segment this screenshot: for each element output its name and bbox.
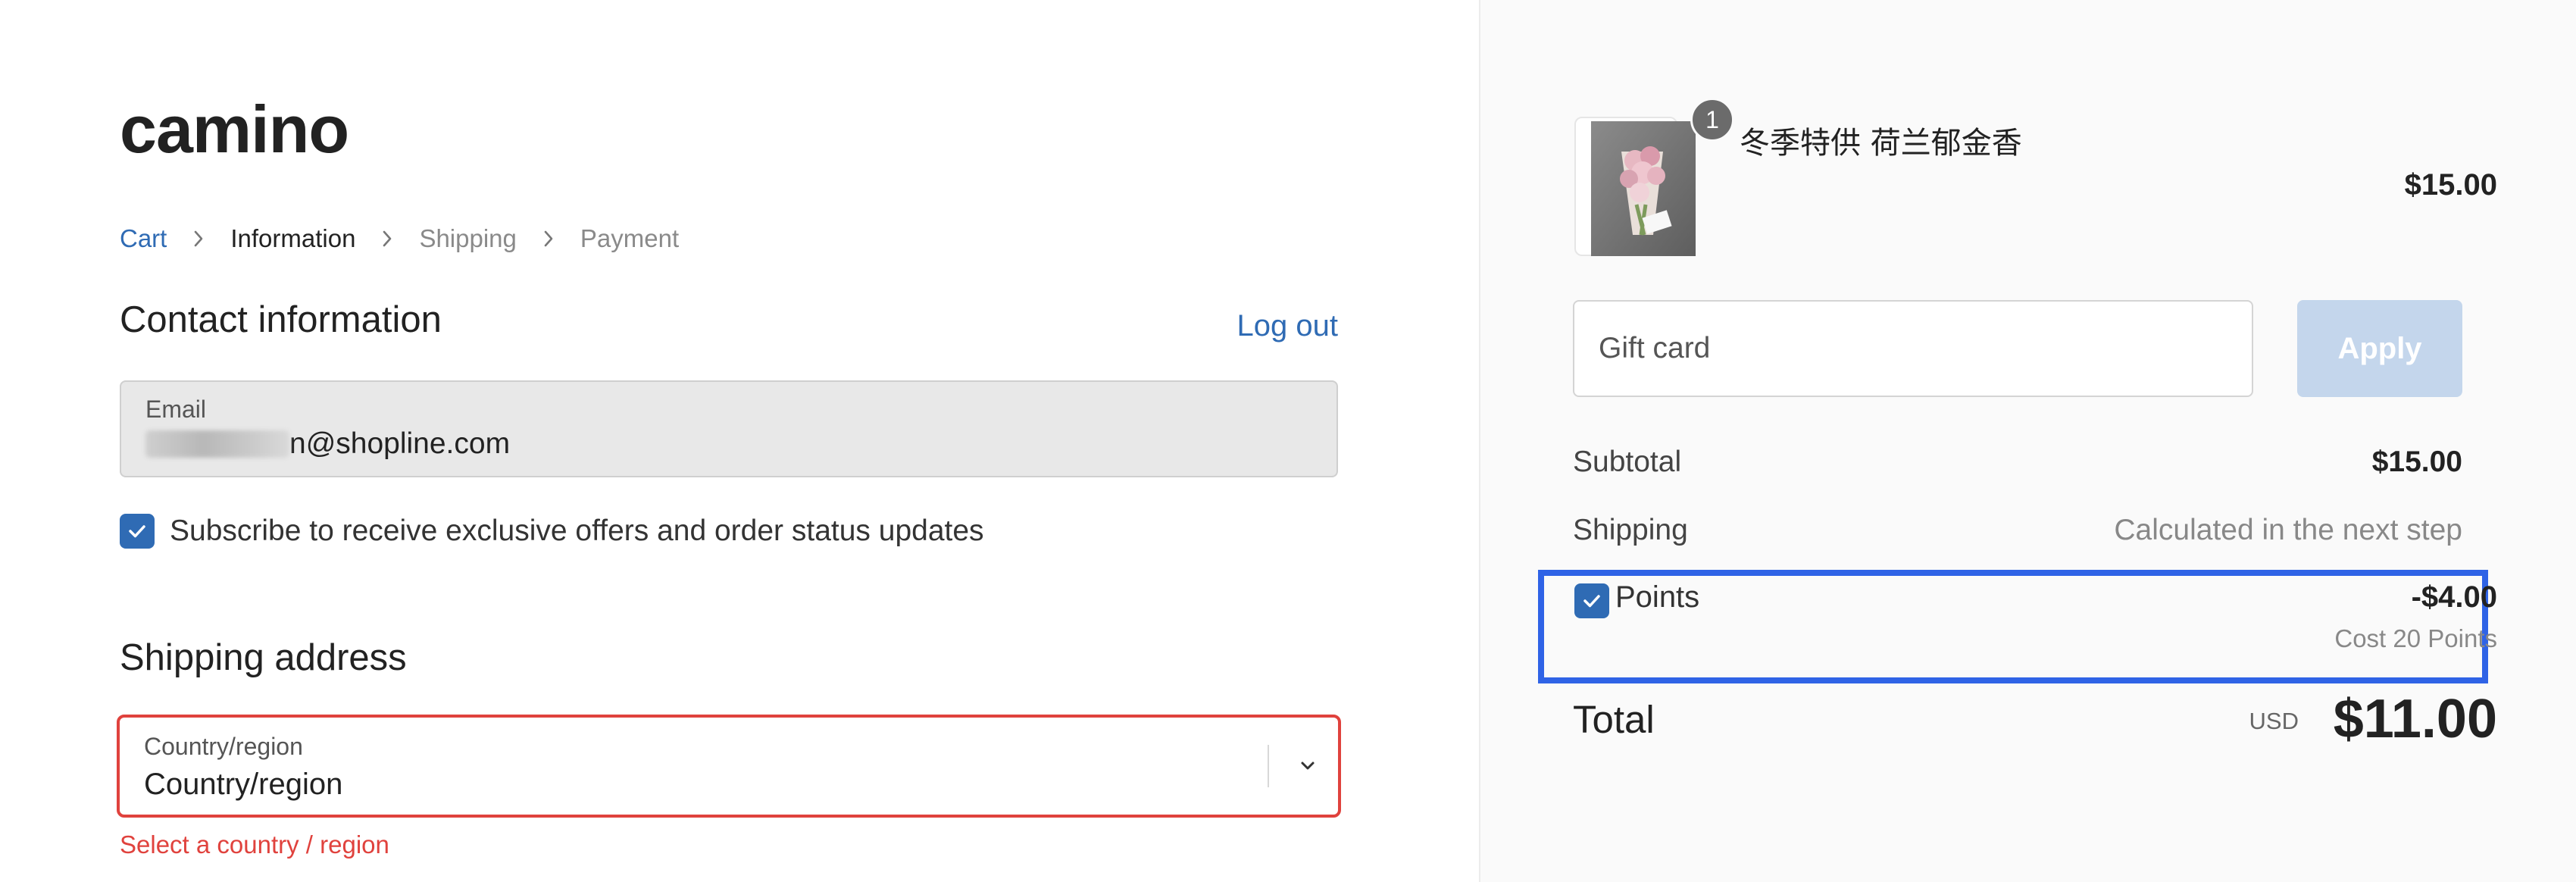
total-label: Total [1573, 698, 1655, 741]
shipping-label: Shipping [1573, 514, 1688, 546]
chevron-right-icon [378, 230, 396, 248]
product-price: $15.00 [2404, 168, 2497, 202]
subtotal-label: Subtotal [1573, 446, 1682, 478]
chevron-right-icon [539, 230, 558, 248]
product-thumbnail [1574, 117, 1696, 256]
country-field-label: Country/region [144, 733, 303, 760]
subtotal-row: Subtotal $15.00 [1573, 446, 2462, 479]
redacted-email-mask [145, 430, 289, 458]
country-region-select[interactable]: Country/region Country/region [117, 715, 1341, 818]
breadcrumb-cart[interactable]: Cart [120, 224, 167, 253]
email-field-value[interactable]: n@shopline.com [145, 427, 510, 461]
subscribe-option[interactable]: Subscribe to receive exclusive offers an… [120, 514, 984, 549]
email-visible-text: n@shopline.com [289, 427, 511, 460]
email-field-label: Email [145, 396, 207, 423]
subtotal-value: $15.00 [2371, 446, 2462, 478]
breadcrumb: Cart Information Shipping Payment [120, 224, 679, 253]
checkmark-icon [129, 525, 145, 538]
chevron-down-icon[interactable] [1293, 751, 1323, 781]
checkmark-icon [1583, 595, 1600, 608]
points-label: Points [1615, 580, 1700, 614]
total-amount: $11.00 [2333, 689, 2497, 749]
subscribe-checkbox[interactable] [120, 514, 155, 549]
order-summary: 1 冬季特供 荷兰郁金香 $15.00 Apply Subtotal $15.0… [1479, 0, 2576, 882]
select-divider [1268, 745, 1269, 787]
shipping-address-title: Shipping address [120, 637, 407, 678]
contact-information-title: Contact information [120, 299, 442, 340]
checkout-main: camino Cart Information Shipping Payment… [0, 0, 1479, 882]
product-name: 冬季特供 荷兰郁金香 [1740, 126, 2022, 161]
shipping-row: Shipping Calculated in the next step [1573, 514, 2462, 547]
total-currency: USD [2249, 708, 2299, 734]
chevron-right-icon [189, 230, 208, 248]
country-field-value: Country/region [144, 768, 343, 801]
quantity-badge: 1 [1690, 98, 1734, 142]
points-discount-amount: -$4.00 [2411, 580, 2497, 614]
gift-card-input[interactable] [1573, 300, 2253, 397]
shipping-value: Calculated in the next step [2114, 514, 2462, 546]
tulip-bouquet-image [1591, 121, 1696, 256]
breadcrumb-payment: Payment [580, 224, 680, 252]
apply-gift-card-button[interactable]: Apply [2297, 300, 2462, 397]
logout-link[interactable]: Log out [1237, 309, 1338, 343]
country-error-message: Select a country / region [120, 830, 389, 859]
subscribe-label: Subscribe to receive exclusive offers an… [170, 514, 984, 547]
email-field[interactable]: Email n@shopline.com [120, 380, 1338, 477]
breadcrumb-information: Information [230, 224, 356, 252]
points-cost-text: Cost 20 Points [2334, 624, 2497, 652]
breadcrumb-shipping: Shipping [419, 224, 517, 252]
points-checkbox[interactable] [1574, 583, 1609, 618]
shop-logo-text: camino [120, 92, 349, 167]
